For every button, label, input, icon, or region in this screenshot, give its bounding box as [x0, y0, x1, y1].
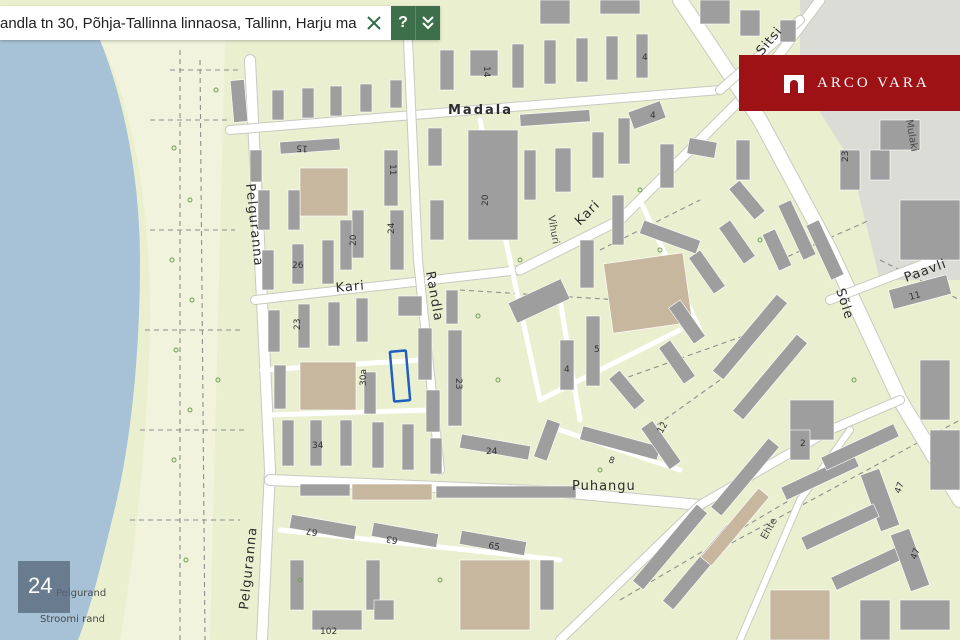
svg-text:23: 23	[293, 319, 303, 330]
help-button[interactable]: ?	[391, 6, 415, 40]
arch-logo-icon	[784, 75, 804, 93]
close-icon	[367, 16, 381, 30]
svg-text:20: 20	[349, 234, 359, 246]
svg-text:4: 4	[642, 53, 648, 63]
svg-text:2: 2	[800, 439, 806, 449]
double-chevron-down-icon	[422, 16, 434, 30]
badge-number: 24	[28, 573, 53, 598]
svg-text:34: 34	[312, 441, 324, 451]
clear-search-button[interactable]	[357, 6, 391, 40]
svg-text:4: 4	[650, 111, 656, 121]
street-label-puhangu: Puhangu	[572, 479, 636, 494]
svg-text:14: 14	[481, 66, 491, 78]
svg-text:26: 26	[292, 261, 304, 271]
svg-text:11: 11	[387, 164, 397, 175]
svg-text:30a: 30a	[359, 369, 369, 386]
street-label-kari-west: Kari	[335, 278, 365, 295]
map-layer-badge[interactable]: 24	[18, 561, 70, 613]
street-label-madala: Madala	[448, 103, 513, 118]
address-search-bar: andla tn 30, Põhja-Tallinna linnaosa, Ta…	[0, 6, 440, 40]
expand-button[interactable]	[415, 6, 440, 40]
svg-text:102: 102	[320, 627, 337, 637]
svg-text:63: 63	[386, 533, 399, 545]
svg-text:4: 4	[564, 365, 570, 375]
svg-text:15: 15	[296, 142, 308, 153]
svg-text:67: 67	[306, 525, 319, 537]
svg-text:24: 24	[387, 222, 397, 234]
address-search-input[interactable]: andla tn 30, Põhja-Tallinna linnaosa, Ta…	[0, 15, 357, 32]
svg-text:20: 20	[481, 194, 491, 206]
logo-text: ARCO VARA	[817, 74, 930, 91]
arco-vara-logo[interactable]: ARCO VARA	[739, 55, 960, 111]
svg-text:5: 5	[594, 345, 600, 355]
svg-text:23: 23	[453, 378, 463, 389]
area-label-stroomi-rand: Stroomi rand	[40, 614, 105, 625]
svg-text:24: 24	[486, 447, 498, 457]
svg-text:23: 23	[841, 151, 851, 162]
svg-text:65: 65	[487, 541, 500, 553]
